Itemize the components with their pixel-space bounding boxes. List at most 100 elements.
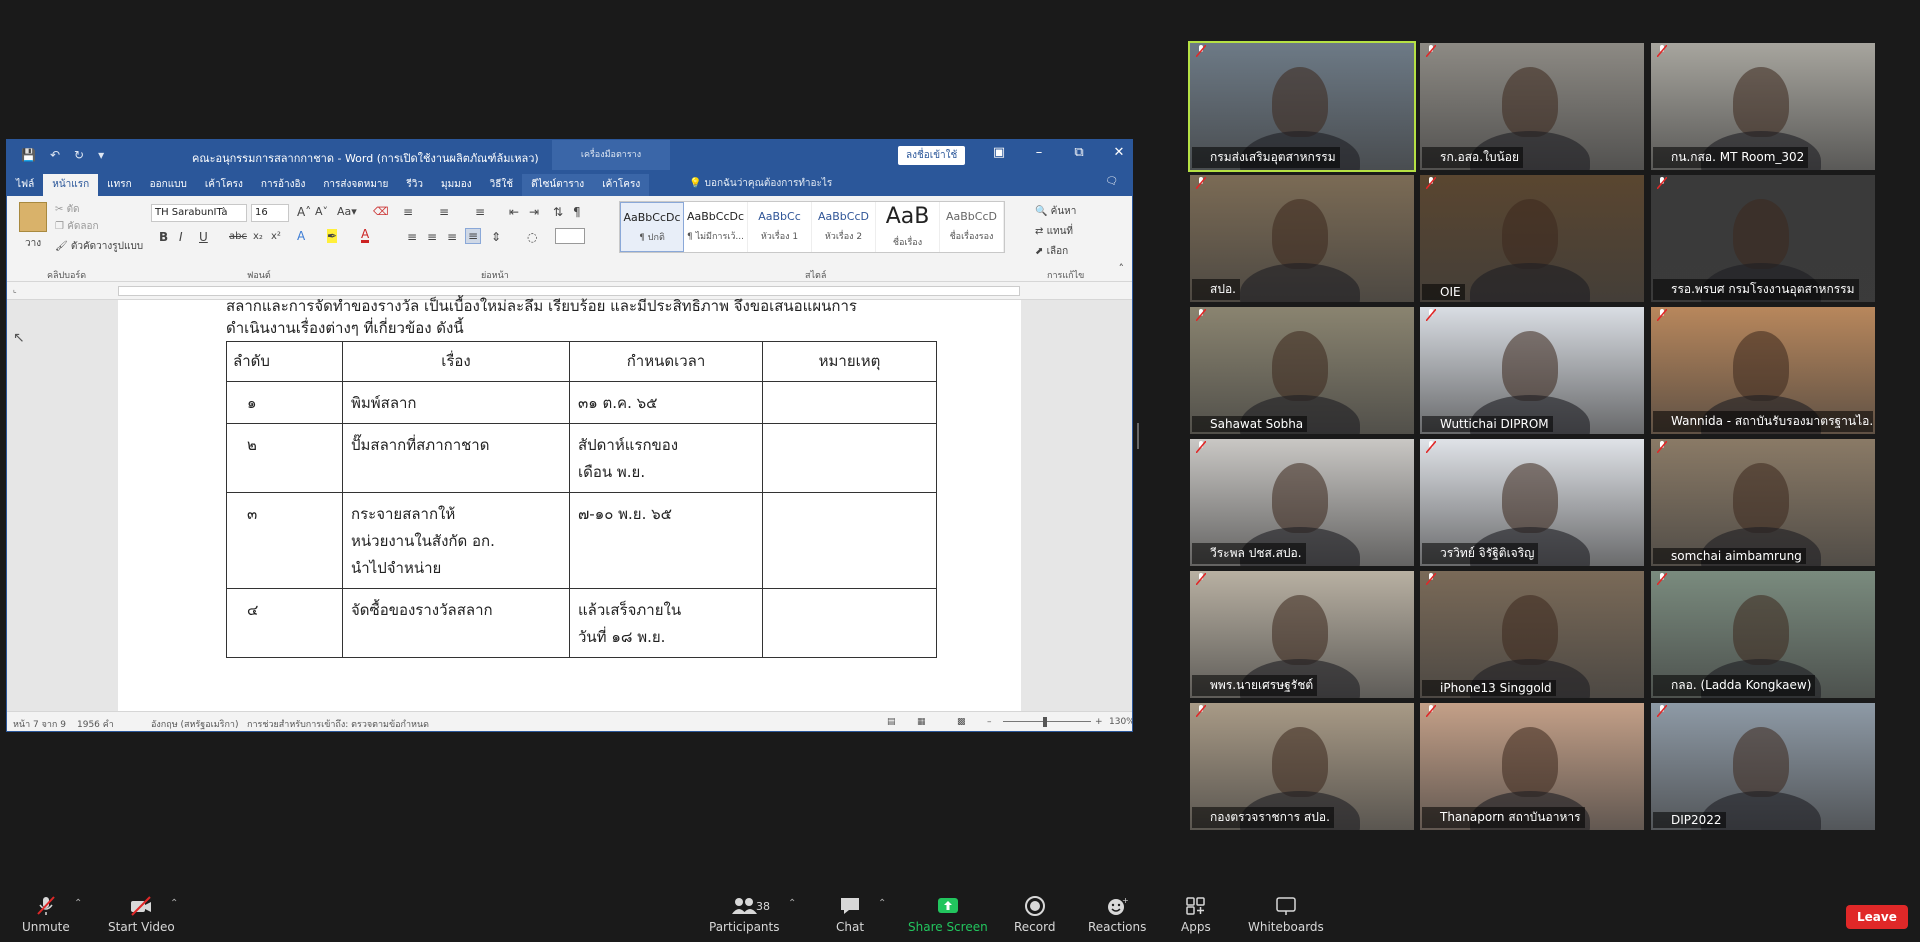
participant-tile[interactable]: รรอ.พรบศ กรมโรงงานอุตสาหกรรม [1651,175,1875,302]
align-right-icon[interactable]: ≡ [447,230,457,244]
decrease-indent-icon[interactable]: ⇤ [509,205,519,219]
increase-indent-icon[interactable]: ⇥ [529,205,539,219]
print-layout-icon[interactable]: ▦ [917,717,926,727]
sort-icon[interactable]: ⇅ [553,205,563,219]
audio-options-caret[interactable]: ⌃ [74,898,82,909]
document-area[interactable]: ↖ สลากและการจัดทำของรางวัล เป็นเบื้องใหม… [7,297,1132,713]
style-subtitle[interactable]: AaBbCcD ชื่อเรื่องรอง [940,202,1004,252]
tab-insert[interactable]: แทรก [98,174,140,196]
highlight-icon[interactable]: ✒ [327,229,338,243]
style-heading-1[interactable]: AaBbCc หัวเรื่อง 1 [748,202,812,252]
tab-mailings[interactable]: การส่งจดหมาย [314,174,397,196]
participant-tile[interactable]: กน.กสอ. MT Room_302 [1651,43,1875,170]
bullets-icon[interactable]: ≡ [403,205,413,219]
shared-screen-word-window[interactable]: 💾 ↶ ↻ ▾ คณะอนุกรรมการสลากกาชาด - Word (ก… [6,139,1133,732]
participant-tile[interactable]: วรวิทย์ จิรัฐิติเจริญ [1420,439,1644,566]
align-center-icon[interactable]: ≡ [427,230,437,244]
zoom-level[interactable]: 130% [1109,717,1132,727]
splitter-handle[interactable] [1137,423,1139,449]
clear-formatting-icon[interactable]: ⌫ [373,205,389,218]
tell-me-box[interactable]: 💡 บอกฉันว่าคุณต้องการทำอะไร [689,176,832,191]
replace-button[interactable]: ⇄ แทนที่ [1035,224,1073,239]
document-page[interactable]: สลากและการจัดทำของรางวัล เป็นเบื้องใหม่ล… [118,297,1021,713]
copy-button[interactable]: ❐ คัดลอก [55,219,99,234]
participant-tile[interactable]: รก.อสอ.ใบน้อย [1420,43,1644,170]
justify-icon[interactable]: ≡ [465,228,482,244]
borders-icon[interactable] [555,228,585,244]
accessibility-status[interactable]: การช่วยสำหรับการเข้าถึง: ตรวจตามข้อกำหนด [247,717,429,731]
bold-icon[interactable]: B [159,230,168,244]
participant-tile[interactable]: somchai aimbamrung [1651,439,1875,566]
unmute-button[interactable]: Unmute [22,896,70,934]
reactions-button[interactable]: + Reactions [1088,896,1146,934]
participant-tile[interactable]: Sahawat Sobha [1190,307,1414,434]
participant-tile[interactable]: Wannida - สถาบันรับรองมาตรฐานไอ... [1651,307,1875,434]
tab-references[interactable]: การอ้างอิง [252,174,314,196]
zoom-slider[interactable] [1003,721,1091,722]
participant-tile[interactable]: Thanaporn สถาบันอาหาร [1420,703,1644,830]
web-layout-icon[interactable]: ▩ [957,717,966,727]
restore-icon[interactable]: ⧉ [1069,145,1089,160]
apps-button[interactable]: Apps [1181,896,1211,934]
shading-icon[interactable]: ◌ [527,230,537,244]
tab-home[interactable]: หน้าแรก [43,174,99,196]
zoom-out-icon[interactable]: – [987,717,992,727]
font-name-box[interactable]: TH SarabunITà [151,204,247,222]
select-button[interactable]: ⬈ เลือก [1035,244,1068,259]
paste-label[interactable]: วาง [25,236,41,251]
line-spacing-icon[interactable]: ⇕ [491,230,501,244]
minimize-icon[interactable]: – [1029,145,1049,160]
superscript-icon[interactable]: x² [271,231,281,242]
video-options-caret[interactable]: ⌃ [170,898,178,909]
save-icon[interactable]: 💾 [21,148,36,162]
style-normal[interactable]: AaBbCcDc ¶ ปกติ [620,202,684,252]
leave-button[interactable]: Leave [1846,905,1908,929]
participant-tile[interactable]: กลอ. (Ladda Kongkaew) [1651,571,1875,698]
read-mode-icon[interactable]: ▤ [887,717,896,727]
zoom-slider-handle[interactable] [1043,717,1047,727]
tab-design[interactable]: ออกแบบ [141,174,196,196]
participant-tile[interactable]: DIP2022 [1651,703,1875,830]
italic-icon[interactable]: I [179,230,183,244]
tab-view[interactable]: มุมมอง [432,174,481,196]
tab-review[interactable]: รีวิว [397,174,432,196]
text-effects-icon[interactable]: A [297,229,305,243]
participants-options-caret[interactable]: ⌃ [788,898,796,909]
comments-icon[interactable]: 🗨 [1105,176,1118,187]
participant-tile[interactable]: Wuttichai DIPROM [1420,307,1644,434]
find-button[interactable]: 🔍 ค้นหา [1035,204,1076,219]
format-painter-button[interactable]: 🖌 ตัวคัดวางรูปแบบ [55,239,143,254]
participant-tile[interactable]: วีระพล ปชส.สปอ. [1190,439,1414,566]
font-color-icon[interactable]: A [361,228,370,243]
participant-tile[interactable]: พพร.นายเศรษฐรัชต์ [1190,571,1414,698]
chat-options-caret[interactable]: ⌃ [878,898,886,909]
multilevel-list-icon[interactable]: ≡ [475,205,485,219]
style-title[interactable]: AaB ชื่อเรื่อง [876,202,940,252]
strikethrough-icon[interactable]: abc [229,231,247,242]
numbering-icon[interactable]: ≡ [439,205,449,219]
ribbon-display-icon[interactable]: ▣ [989,145,1009,160]
tab-selector-icon[interactable]: ⌞ [13,285,17,294]
share-screen-button[interactable]: Share Screen [908,896,988,934]
participant-tile[interactable]: สปอ. [1190,175,1414,302]
tab-table-layout[interactable]: เค้าโครง [593,174,650,196]
shrink-font-icon[interactable]: A˅ [315,205,328,218]
show-marks-icon[interactable]: ¶ [573,205,581,219]
change-case-icon[interactable]: Aa▾ [337,205,357,218]
collapse-ribbon-icon[interactable]: ˄ [1119,262,1125,275]
start-video-button[interactable]: Start Video [108,896,175,934]
participant-tile[interactable]: iPhone13 Singgold [1420,571,1644,698]
zoom-in-icon[interactable]: + [1095,717,1103,727]
style-no-spacing[interactable]: AaBbCcDc ¶ ไม่มีการเว้... [684,202,748,252]
tab-file[interactable]: ไฟล์ [7,174,43,196]
customize-icon[interactable]: ▾ [98,148,104,162]
underline-icon[interactable]: U [199,230,208,244]
align-left-icon[interactable]: ≡ [407,230,417,244]
undo-icon[interactable]: ↶ [50,148,60,162]
page-count[interactable]: หน้า 7 จาก 9 [13,717,66,731]
chat-button[interactable]: Chat [836,896,864,934]
subscript-icon[interactable]: x₂ [253,231,263,242]
style-heading-2[interactable]: AaBbCcD หัวเรื่อง 2 [812,202,876,252]
participant-tile[interactable]: OIE [1420,175,1644,302]
word-count[interactable]: 1956 คำ [77,717,114,731]
